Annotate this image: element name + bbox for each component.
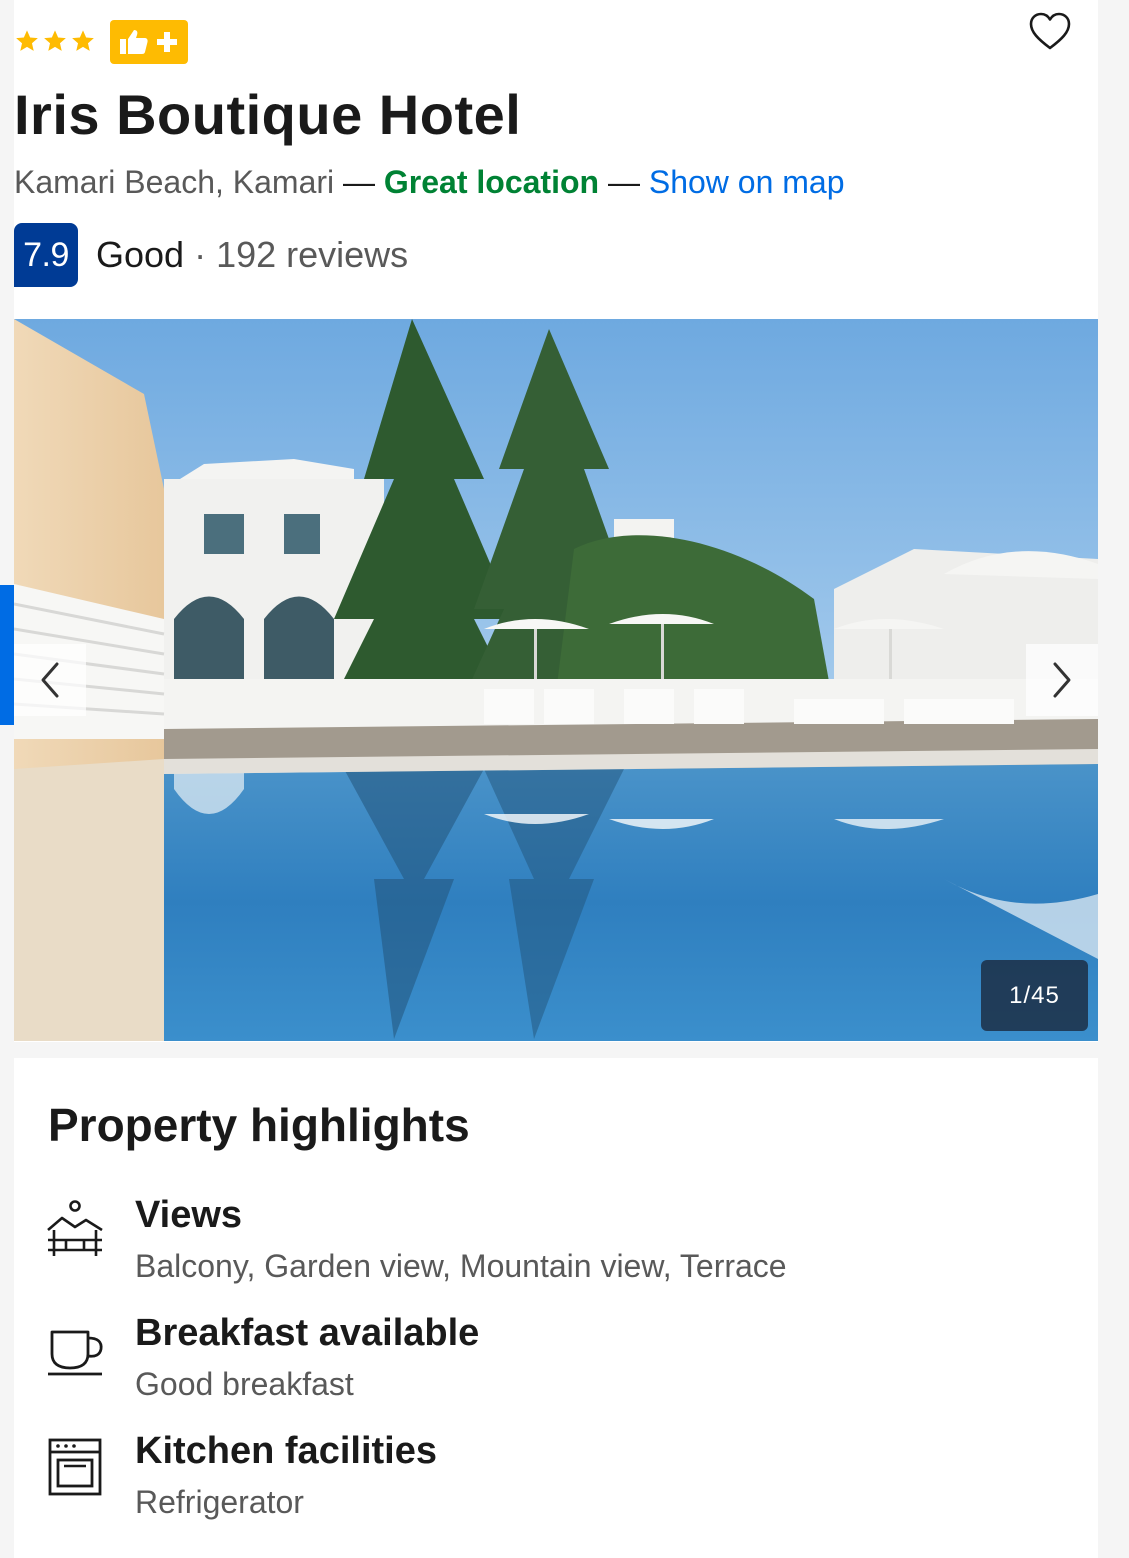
preferred-partner-badge[interactable] <box>110 20 188 64</box>
highlight-kitchen: Kitchen facilities Refrigerator <box>46 1430 1066 1536</box>
coffee-cup-icon <box>48 1330 103 1376</box>
photo-counter: 1/45 <box>981 960 1088 1031</box>
highlight-title: Kitchen facilities <box>135 1430 437 1472</box>
review-count: 192 reviews <box>216 234 409 275</box>
hotel-pool-photo <box>14 319 1098 1041</box>
highlight-detail: Refrigerator <box>135 1484 304 1520</box>
property-highlights-card: Property highlights Views Balcony, Garde… <box>14 1058 1098 1558</box>
great-location-label: Great location <box>383 164 600 200</box>
star-icon <box>72 30 94 51</box>
property-header-card: Iris Boutique Hotel Kamari Beach, Kamari… <box>14 0 1098 1042</box>
star-icon <box>16 30 38 51</box>
star-icon <box>44 30 66 51</box>
highlight-breakfast: Breakfast available Good breakfast <box>46 1312 1066 1418</box>
location-dash: — <box>607 164 640 200</box>
highlight-views: Views Balcony, Garden view, Mountain vie… <box>46 1194 1066 1300</box>
star-rating <box>14 28 96 54</box>
location-address: Kamari Beach, Kamari <box>14 164 335 200</box>
highlight-detail: Good breakfast <box>135 1366 354 1402</box>
chevron-right-icon <box>1053 662 1071 698</box>
location-line: Kamari Beach, Kamari — Great location — … <box>14 164 845 201</box>
review-score-badge: 7.9 <box>14 223 78 287</box>
views-icon <box>47 1200 103 1256</box>
scroll-indicator[interactable] <box>0 585 14 725</box>
score-separator: · <box>194 234 207 275</box>
highlights-title: Property highlights <box>48 1099 470 1151</box>
photo-gallery[interactable]: 1/45 <box>14 319 1098 1041</box>
highlight-title: Breakfast available <box>135 1312 480 1354</box>
show-on-map-link[interactable]: Show on map <box>649 164 845 200</box>
thumbs-up-icon <box>120 30 148 54</box>
property-page: Iris Boutique Hotel Kamari Beach, Kamari… <box>14 0 1098 1558</box>
gallery-next-button[interactable] <box>1026 644 1098 716</box>
location-dash: — <box>343 164 376 200</box>
hotel-name: Iris Boutique Hotel <box>14 83 522 146</box>
review-score-word: Good <box>96 234 185 275</box>
highlight-title: Views <box>135 1194 243 1236</box>
oven-icon <box>48 1438 102 1496</box>
save-heart-icon[interactable] <box>1028 10 1072 52</box>
review-score-row[interactable]: 7.9 Good · 192 reviews <box>14 223 408 287</box>
gallery-prev-button[interactable] <box>14 644 86 716</box>
plus-icon <box>157 32 177 52</box>
highlight-detail: Balcony, Garden view, Mountain view, Ter… <box>135 1248 787 1284</box>
chevron-left-icon <box>41 662 59 698</box>
